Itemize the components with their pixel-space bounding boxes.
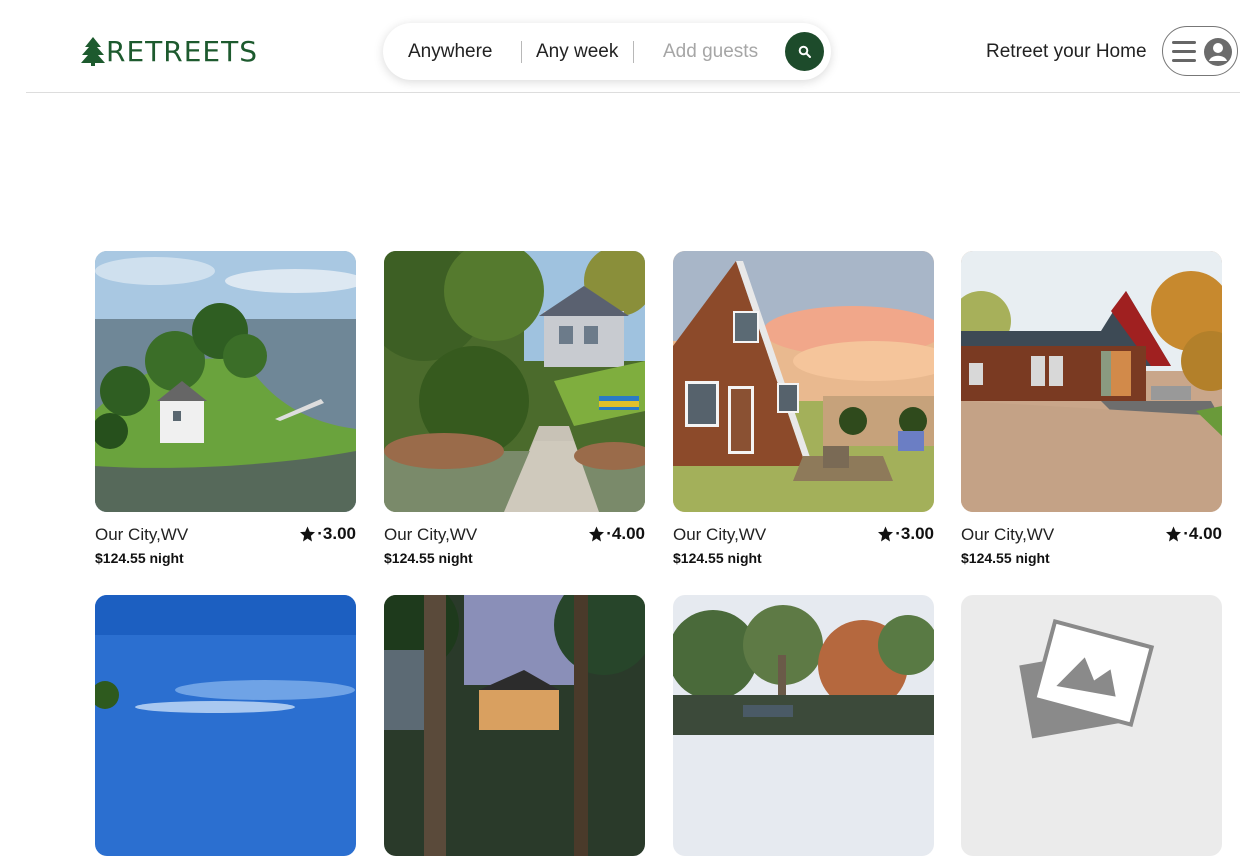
star-icon [589, 526, 605, 542]
listing-rating: ·4.00 [1164, 524, 1222, 544]
user-menu-button[interactable] [1162, 26, 1238, 76]
listing-rating: ·3.00 [298, 524, 356, 544]
listing-photo[interactable] [673, 595, 934, 856]
listing-card[interactable] [961, 595, 1222, 856]
listing-card[interactable] [384, 595, 645, 856]
listing-rating: ·3.00 [876, 524, 934, 544]
listing-location: Our City,WV [95, 525, 189, 544]
rating-value: ·4.00 [606, 524, 645, 543]
listing-card[interactable]: Our City,WV ·4.00 $124.55 night [961, 251, 1222, 566]
star-icon [878, 526, 894, 542]
search-bar: Anywhere Any week [383, 23, 831, 80]
pine-tree-icon [81, 37, 105, 66]
host-link[interactable]: Retreet your Home [986, 41, 1147, 63]
listing-price: $124.55 night [961, 550, 1050, 566]
search-button[interactable] [785, 32, 824, 71]
search-divider [633, 41, 634, 63]
listing-photo[interactable] [384, 595, 645, 856]
hamburger-icon [1172, 41, 1196, 62]
top-header: RETREETS Anywhere Any week Retreet your … [0, 0, 1258, 92]
listing-photo-placeholder[interactable] [961, 595, 1222, 856]
listing-photo[interactable] [384, 251, 645, 512]
listing-price: $124.55 night [673, 550, 762, 566]
star-icon [1166, 526, 1182, 542]
star-icon [300, 526, 316, 542]
listing-location: Our City,WV [384, 525, 478, 544]
listing-photo[interactable] [95, 251, 356, 512]
listing-location: Our City,WV [961, 525, 1055, 544]
listing-price: $124.55 night [384, 550, 473, 566]
where-button[interactable]: Anywhere [408, 41, 493, 63]
rating-value: ·4.00 [1183, 524, 1222, 543]
listing-location: Our City,WV [673, 525, 767, 544]
listing-card[interactable] [673, 595, 934, 856]
listing-rating: ·4.00 [587, 524, 645, 544]
listing-card[interactable]: Our City,WV ·3.00 $124.55 night [673, 251, 934, 566]
listing-card[interactable]: Our City,WV ·3.00 $124.55 night [95, 251, 356, 566]
user-circle-icon [1204, 38, 1232, 66]
header-divider [26, 92, 1240, 93]
listing-photo[interactable] [961, 251, 1222, 512]
listing-card[interactable] [95, 595, 356, 856]
search-icon [798, 45, 811, 58]
listing-photo[interactable] [95, 595, 356, 856]
brand-logo[interactable]: RETREETS [80, 34, 258, 68]
rating-value: ·3.00 [895, 524, 934, 543]
listing-price: $124.55 night [95, 550, 184, 566]
guests-input[interactable] [661, 40, 781, 64]
rating-value: ·3.00 [317, 524, 356, 543]
listing-photo[interactable] [673, 251, 934, 512]
search-divider [521, 41, 522, 63]
brand-name: RETREETS [106, 34, 258, 68]
when-button[interactable]: Any week [536, 41, 618, 63]
listing-card[interactable]: Our City,WV ·4.00 $124.55 night [384, 251, 645, 566]
